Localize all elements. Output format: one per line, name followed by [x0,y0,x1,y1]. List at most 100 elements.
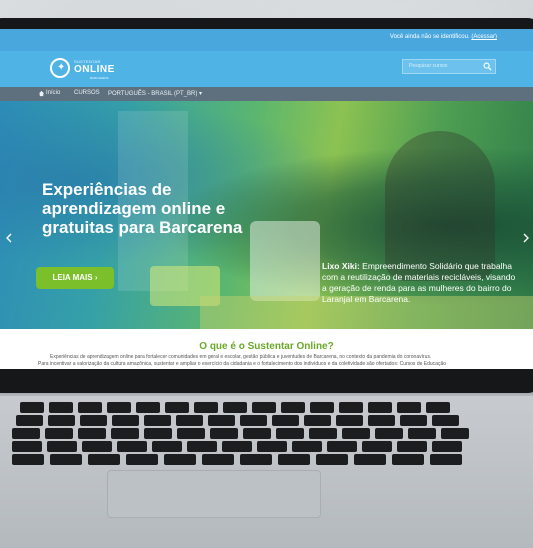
keyboard-key [304,415,331,426]
keyboard-key [45,428,73,439]
keyboard-key [362,441,392,452]
keyboard-key [309,428,337,439]
home-icon[interactable] [38,90,45,97]
keyboard-key [12,428,40,439]
carousel-prev-icon[interactable] [6,233,12,243]
keyboard-key [368,402,392,413]
keyboard-key [354,454,386,465]
login-link[interactable]: (Acessar) [471,34,497,40]
chevron-down-icon: ▾ [199,91,203,97]
keyboard-key [430,454,462,465]
keyboard-key [368,415,395,426]
hero-caption: Lixo Xiki: Empreendimento Solidário que … [322,261,522,305]
keyboard-key [78,428,106,439]
keyboard-key [48,415,75,426]
keyboard-key [432,441,462,452]
site-logo[interactable]: ✦ SUSTENTAR ONLINE BARCARENA [50,57,114,81]
keyboard-key [152,441,182,452]
keyboard-key [176,415,203,426]
keyboard-key [316,454,348,465]
read-more-button[interactable]: LEIA MAIS › [36,267,114,289]
keyboard-key [240,454,272,465]
keyboard-key [144,428,172,439]
logo-figure-icon: ✦ [50,58,70,78]
keyboard-key [397,402,421,413]
keyboard-key [408,428,436,439]
about-title: O que é o Sustentar Online? [199,341,334,352]
keyboard-key [223,402,247,413]
keyboard-key [16,415,43,426]
keyboard-key [144,415,171,426]
keyboard-key [88,454,120,465]
keyboard-key [194,402,218,413]
login-prefix: Você ainda não se identificou. [389,34,470,40]
keyboard-key [12,454,44,465]
about-text-line2: Para incentivar a valorização da cultura… [38,361,447,367]
keyboard-key [292,441,322,452]
keyboard-key [126,454,158,465]
nav-language-label: PORTUGUÊS - BRASIL (PT_BR) [108,91,198,97]
keyboard-key [441,428,469,439]
nav-language-select[interactable]: PORTUGUÊS - BRASIL (PT_BR) ▾ [108,90,202,97]
keyboard-key [202,454,234,465]
keyboard-key [426,402,450,413]
search-placeholder: Pesquisar cursos [409,63,448,69]
keyboard-key [187,441,217,452]
hero-carousel: Experiências de aprendizagem online e gr… [0,101,533,329]
top-bar: Você ainda não se identificou. (Acessar) [0,29,533,51]
keyboard-key [240,415,267,426]
keyboard-key [164,454,196,465]
keyboard-key [252,402,276,413]
keyboard-key [210,428,238,439]
keyboard-key [278,454,310,465]
main-nav: Início CURSOS PORTUGUÊS - BRASIL (PT_BR)… [0,87,533,101]
keyboard-key [80,415,107,426]
hero-title: Experiências de aprendizagem online e gr… [42,180,243,237]
carousel-next-icon[interactable] [523,233,529,243]
keyboard-key [208,415,235,426]
keyboard-key [339,402,363,413]
keyboard-key [111,428,139,439]
login-status: Você ainda não se identificou. (Acessar) [390,34,497,40]
keyboard-key [78,402,102,413]
keyboard-key [336,415,363,426]
nav-home[interactable]: Início [46,90,60,96]
keyboard-key [82,441,112,452]
keyboard-key [375,428,403,439]
keyboard-key [20,402,44,413]
keyboard-key [276,428,304,439]
read-more-label: LEIA MAIS [52,273,93,282]
keyboard-key [47,441,77,452]
keyboard-key [165,402,189,413]
search-input[interactable]: Pesquisar cursos [402,59,496,74]
search-icon[interactable] [483,62,492,71]
keyboard-key [310,402,334,413]
keyboard-key [136,402,160,413]
about-text-line1: Experiências de aprendizagem online para… [50,354,432,360]
chevron-right-icon: › [94,273,98,282]
keyboard-key [117,441,147,452]
keyboard-key [177,428,205,439]
keyboard-key [257,441,287,452]
keyboard-key [12,441,42,452]
keyboard-key [392,454,424,465]
browser-screen: Você ainda não se identificou. (Acessar)… [0,29,533,369]
logo-big-text: ONLINE [74,64,115,75]
about-section: O que é o Sustentar Online? Experiências… [0,329,533,369]
nav-courses[interactable]: CURSOS [74,90,100,96]
trackpad [107,470,321,518]
keyboard-key [281,402,305,413]
keyboard-key [222,441,252,452]
keyboard [12,402,480,470]
hero-image-person [385,131,495,281]
keyboard-key [400,415,427,426]
keyboard-key [272,415,299,426]
hero-caption-title: Lixo Xiki: [322,261,360,271]
keyboard-key [327,441,357,452]
keyboard-key [397,441,427,452]
logo-tiny-text: BARCARENA [90,76,109,80]
keyboard-key [243,428,271,439]
keyboard-key [432,415,459,426]
keyboard-key [342,428,370,439]
keyboard-key [49,402,73,413]
